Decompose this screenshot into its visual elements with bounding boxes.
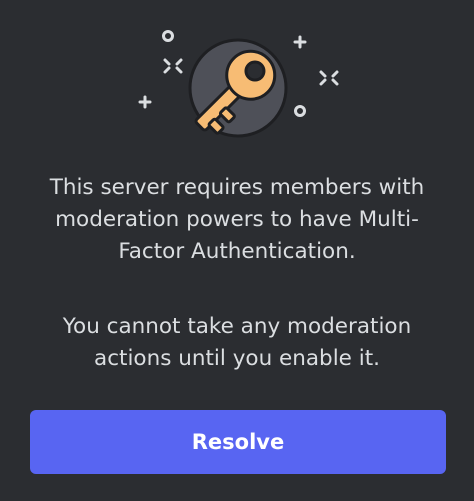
mfa-requirement-message: This server requires members with modera… — [0, 172, 474, 268]
moderation-restriction-message: You cannot take any moderation actions u… — [0, 311, 474, 375]
message-line: moderation powers to have Multi- — [55, 207, 419, 232]
illustration — [138, 30, 339, 138]
message-line: You cannot take any moderation — [62, 314, 412, 339]
resolve-button[interactable]: Resolve — [30, 410, 446, 474]
message-line: Factor Authentication. — [118, 239, 356, 264]
message-line: actions until you enable it. — [94, 346, 380, 371]
message-line: This server requires members with — [49, 175, 425, 200]
